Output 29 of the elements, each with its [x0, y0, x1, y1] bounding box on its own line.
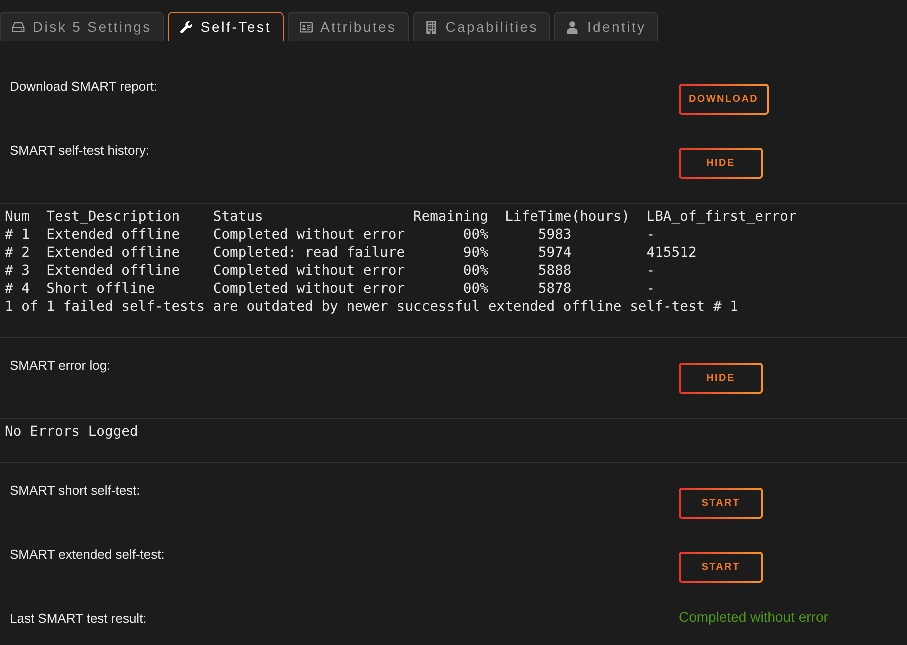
setting-label: SMART extended self-test:: [9, 547, 166, 563]
log-line: # 1 Extended offline Completed without error 00% 5983 -: [5, 226, 656, 244]
setting-label: SMART self-test history:: [9, 143, 151, 159]
setting-label: SMART short self-test:: [9, 483, 142, 499]
user-icon: [566, 20, 580, 34]
action-button[interactable]: DOWNLOAD: [679, 84, 769, 115]
log-line: Num Test_Description Status Remaining LifeTime(hours) LBA_of_first_error: [5, 208, 797, 226]
action-button[interactable]: START: [679, 488, 763, 519]
wrench-icon: [180, 20, 193, 34]
drive-icon: [12, 20, 25, 34]
building-icon: [424, 20, 438, 34]
action-button[interactable]: HIDE: [679, 363, 763, 394]
tab[interactable]: Disk 5 Settings: [0, 12, 164, 41]
tab[interactable]: Self-Test: [168, 12, 284, 41]
tab[interactable]: Capabilities: [412, 12, 550, 41]
setting-label: Last SMART test result:: [9, 611, 148, 627]
test-result-value: Completed without error: [679, 608, 828, 626]
log-line: 1 of 1 failed self-tests are outdated by newer successful extended offline self-test # 1: [5, 298, 738, 316]
tab[interactable]: Attributes: [288, 12, 409, 41]
setting-label: SMART error log:: [9, 358, 112, 374]
action-button[interactable]: START: [679, 552, 763, 583]
log-line: # 3 Extended offline Completed without error 00% 5888 -: [5, 262, 656, 280]
setting-label: Download SMART report:: [9, 79, 159, 95]
log-line: No Errors Logged: [5, 423, 138, 441]
log-line: # 2 Extended offline Completed: read failure 90% 5974 415512: [5, 244, 697, 262]
id-card-icon: [300, 20, 313, 34]
log-line: # 4 Short offline Completed without error 00% 5878 -: [5, 280, 656, 298]
tab[interactable]: Identity: [554, 12, 658, 41]
action-button[interactable]: HIDE: [679, 148, 763, 179]
